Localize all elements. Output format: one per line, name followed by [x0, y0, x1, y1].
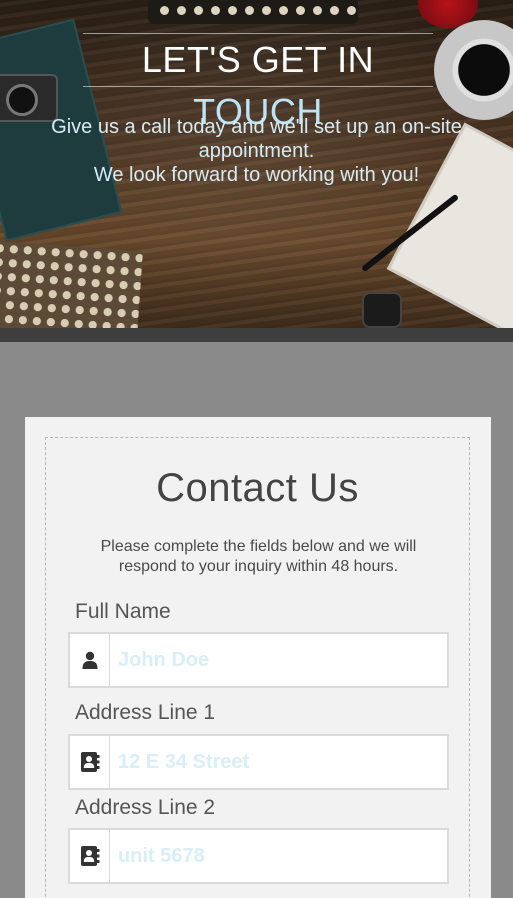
address-line-2-field — [68, 828, 449, 884]
typewriter-keys-image — [160, 6, 356, 15]
address-line-1-field — [68, 734, 449, 790]
user-icon — [70, 634, 110, 686]
contact-title: Contact Us — [156, 466, 359, 510]
hero-bottom-band — [0, 328, 513, 342]
address-line-1-label: Address Line 1 — [75, 701, 216, 724]
address-line-2-input[interactable] — [110, 830, 447, 882]
hero-subtitle: Give us a call today and we'll set up an… — [20, 115, 493, 187]
coffee-cup-image — [434, 20, 513, 120]
contact-form: Contact Us Please complete the fields be… — [45, 437, 470, 898]
hero-title-main: LET'S GET IN — [141, 39, 375, 80]
address-book-icon — [70, 736, 110, 788]
full-name-field — [68, 632, 449, 688]
address-line-1-input[interactable] — [110, 736, 447, 788]
full-name-label: Full Name — [75, 600, 171, 623]
hero-line-1: Give us a call today and we'll set up an… — [51, 116, 462, 138]
contact-description-line-1: Please complete the fields below and we … — [100, 538, 417, 555]
full-name-input[interactable] — [110, 634, 447, 686]
address-book-icon — [70, 830, 110, 882]
contact-card: Contact Us Please complete the fields be… — [25, 417, 491, 898]
contact-description: Please complete the fields below and we … — [66, 537, 451, 577]
keyboard-image — [0, 240, 143, 342]
hero-line-2: appointment. — [198, 140, 315, 162]
address-line-2-label: Address Line 2 — [75, 796, 216, 819]
contact-description-line-2: respond to your inquiry within 48 hours. — [118, 558, 399, 575]
inkwell-image — [362, 292, 402, 328]
hero-title: LET'S GET IN TOUCH — [83, 33, 433, 132]
hero-banner: LET'S GET IN TOUCH Give us a call today … — [0, 0, 513, 342]
hero-line-3: We look forward to working with you! — [93, 164, 420, 186]
